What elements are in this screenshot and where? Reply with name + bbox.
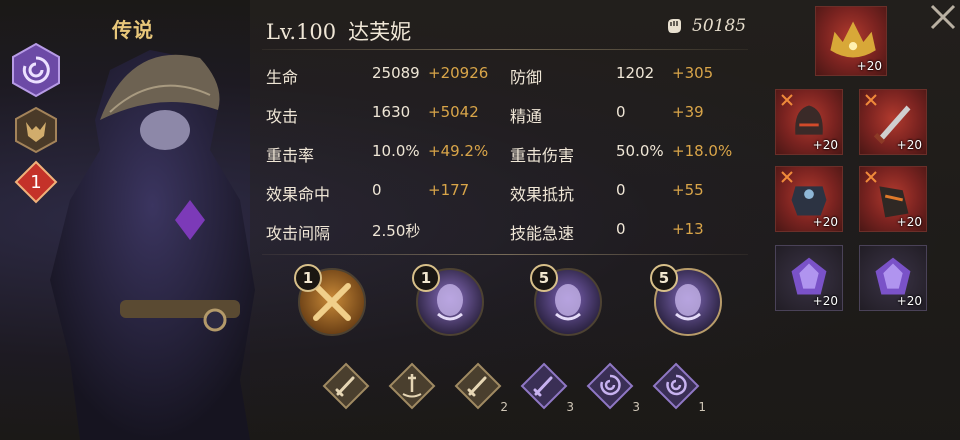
header-divider bbox=[262, 49, 748, 50]
set-emblem-icon bbox=[865, 171, 877, 183]
equipment-slot-gem-1[interactable]: +20 bbox=[775, 245, 843, 311]
stat-bonus: +5042 bbox=[428, 103, 479, 121]
skill-level-badge: 5 bbox=[650, 264, 678, 292]
stat-value: 0 bbox=[616, 103, 626, 121]
stats-divider bbox=[262, 254, 748, 255]
stat-value: 0 bbox=[616, 181, 626, 199]
vortex-icon bbox=[586, 362, 634, 410]
stat-name: 攻击 bbox=[266, 107, 299, 126]
beast-head-icon bbox=[15, 106, 57, 154]
character-header: Lv.100 达芙妮 bbox=[266, 16, 423, 46]
stat-name: 生命 bbox=[266, 68, 299, 87]
stat-bonus: +20926 bbox=[428, 64, 489, 82]
rune-slot[interactable]: 3 bbox=[520, 362, 574, 414]
skill-level-badge: 1 bbox=[294, 264, 322, 292]
set-emblem-icon bbox=[865, 94, 877, 106]
stat-bonus: +18.0% bbox=[672, 142, 733, 160]
equipment-enhance-level: +20 bbox=[896, 215, 922, 229]
stat-bonus: +39 bbox=[672, 103, 704, 121]
equipment-enhance-level: +20 bbox=[812, 138, 838, 152]
sword-icon bbox=[322, 362, 370, 410]
rune-count: 1 bbox=[698, 400, 706, 414]
stat-name: 效果命中 bbox=[266, 185, 331, 204]
skill-slot[interactable]: 1 bbox=[294, 264, 366, 336]
skill-level-badge: 5 bbox=[530, 264, 558, 292]
purple-sword-icon bbox=[520, 362, 568, 410]
stat-value: 10.0% bbox=[372, 142, 420, 160]
character-name: 达芙妮 bbox=[348, 20, 412, 44]
skill-slot[interactable]: 5 bbox=[650, 264, 722, 336]
stat-bonus: +177 bbox=[428, 181, 470, 199]
sword-icon bbox=[454, 362, 502, 410]
skill-level-badge: 1 bbox=[412, 264, 440, 292]
rune-slot[interactable] bbox=[322, 362, 370, 410]
rune-slot[interactable]: 2 bbox=[454, 362, 508, 414]
combat-power-value: 50185 bbox=[692, 16, 747, 36]
equipment-enhance-level: +20 bbox=[812, 215, 838, 229]
fist-icon bbox=[668, 19, 681, 33]
equipment-slot-crown[interactable]: +20 bbox=[815, 6, 887, 76]
skill-slot[interactable]: 1 bbox=[412, 264, 484, 336]
rune-count: 3 bbox=[566, 400, 574, 414]
combat-power: 50185 bbox=[664, 16, 746, 36]
star-rank-number: 1 bbox=[30, 171, 42, 193]
equipment-slot-gauntlets[interactable]: +20 bbox=[859, 166, 927, 232]
skill-slot[interactable]: 5 bbox=[530, 264, 602, 336]
stat-value: 0 bbox=[616, 220, 626, 238]
stat-bonus: +49.2% bbox=[428, 142, 489, 160]
stat-value: 1202 bbox=[616, 64, 655, 82]
equipment-slot-armor[interactable]: +20 bbox=[775, 166, 843, 232]
equipment-enhance-level: +20 bbox=[856, 59, 882, 73]
rune-slot[interactable]: 1 bbox=[652, 362, 706, 414]
element-badge[interactable] bbox=[10, 42, 62, 98]
stat-name: 重击率 bbox=[266, 146, 315, 165]
equipment-slot-dagger[interactable]: +20 bbox=[859, 89, 927, 155]
stat-bonus: +55 bbox=[672, 181, 704, 199]
equipment-slot-helmet[interactable]: +20 bbox=[775, 89, 843, 155]
stat-name: 攻击间隔 bbox=[266, 224, 331, 243]
equipment-slot-gem-2[interactable]: +20 bbox=[859, 245, 927, 311]
rarity-label: 传说 bbox=[112, 18, 154, 42]
equipment-enhance-level: +20 bbox=[812, 294, 838, 308]
rune-slot[interactable]: 3 bbox=[586, 362, 640, 414]
vortex-icon bbox=[12, 42, 60, 98]
stat-value: 50.0% bbox=[616, 142, 664, 160]
class-badge[interactable] bbox=[14, 106, 58, 154]
stat-value: 2.50秒 bbox=[372, 222, 421, 240]
stat-name: 防御 bbox=[510, 68, 543, 87]
close-icon[interactable] bbox=[926, 2, 960, 32]
sword-in-stone-icon bbox=[388, 362, 436, 410]
stat-name: 技能急速 bbox=[510, 224, 575, 243]
character-level: Lv.100 bbox=[266, 20, 337, 44]
rune-count: 2 bbox=[500, 400, 508, 414]
stat-name: 效果抵抗 bbox=[510, 185, 575, 204]
stat-name: 重击伤害 bbox=[510, 146, 575, 165]
stat-value: 1630 bbox=[372, 103, 411, 121]
equipment-enhance-level: +20 bbox=[896, 138, 922, 152]
star-rank-badge[interactable]: 1 bbox=[14, 160, 58, 204]
purple-vortex-icon bbox=[652, 362, 700, 410]
set-emblem-icon bbox=[781, 171, 793, 183]
stat-value: 0 bbox=[372, 181, 382, 199]
set-emblem-icon bbox=[781, 94, 793, 106]
rune-count: 3 bbox=[632, 400, 640, 414]
stat-bonus: +13 bbox=[672, 220, 704, 238]
stat-name: 精通 bbox=[510, 107, 543, 126]
rune-slot[interactable] bbox=[388, 362, 436, 410]
stat-value: 25089 bbox=[372, 64, 420, 82]
stat-bonus: +305 bbox=[672, 64, 714, 82]
equipment-enhance-level: +20 bbox=[896, 294, 922, 308]
character-portrait bbox=[50, 50, 255, 440]
